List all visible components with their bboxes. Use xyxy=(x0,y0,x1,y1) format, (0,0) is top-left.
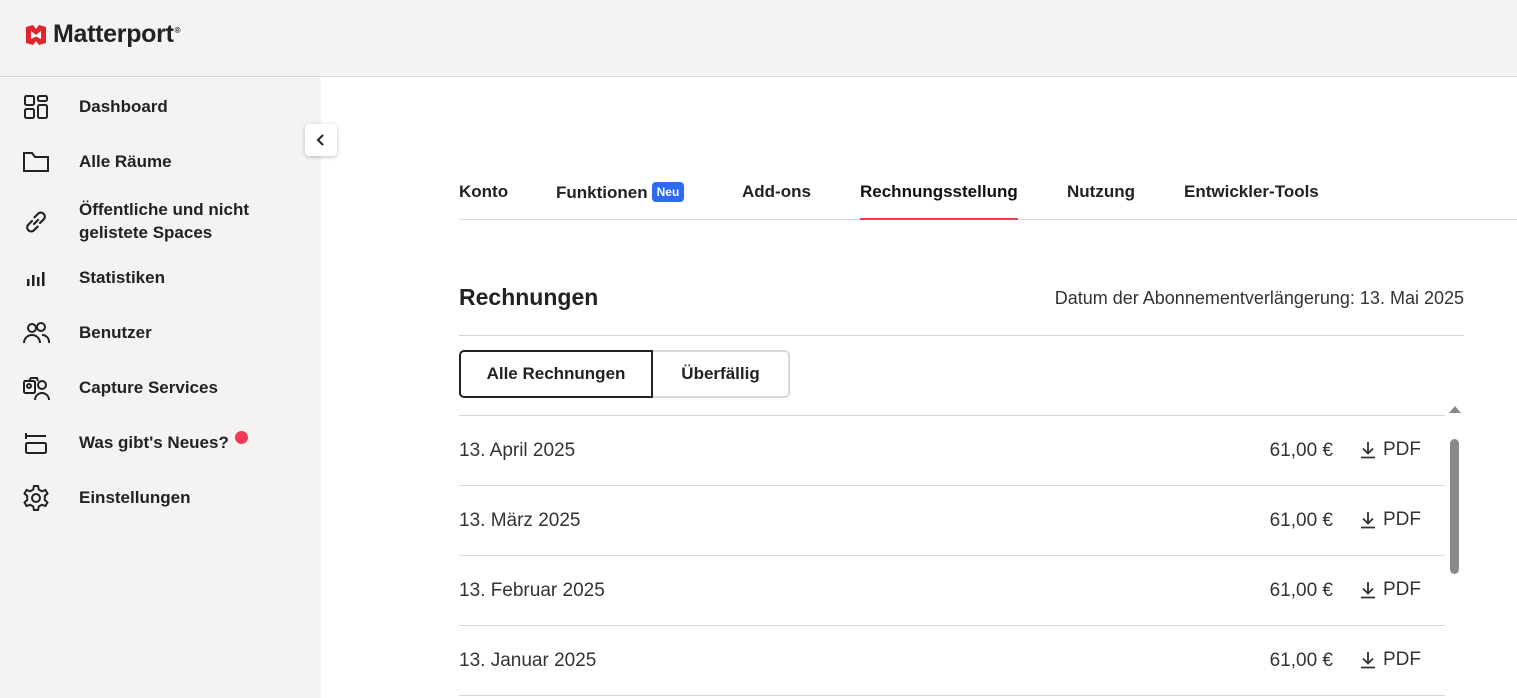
invoice-list-scrollbar[interactable] xyxy=(1446,404,1464,698)
invoice-row: 13. April 2025 61,00 € PDF xyxy=(459,416,1445,486)
sidebar-item-whats-new[interactable]: Was gibt's Neues? xyxy=(0,427,321,459)
bar-chart-icon xyxy=(20,262,52,294)
divider xyxy=(459,335,1464,336)
invoice-date: 13. Februar 2025 xyxy=(459,580,605,601)
invoice-list: 13. April 2025 61,00 € PDF 13. März 2025… xyxy=(459,415,1445,696)
new-badge: Neu xyxy=(651,182,685,202)
tab-entwickler-tools[interactable]: Entwickler-Tools xyxy=(1184,182,1319,220)
sidebar-item-label: Einstellungen xyxy=(79,488,191,507)
sidebar-item-public-spaces[interactable]: Öffentliche und nicht gelistete Spaces xyxy=(0,198,321,244)
users-icon xyxy=(20,317,52,349)
sidebar-item-label: Capture Services xyxy=(79,378,218,397)
filter-all-invoices-button[interactable]: Alle Rechnungen xyxy=(459,350,653,398)
sidebar-item-label: Alle Räume xyxy=(79,152,172,171)
sidebar-item-capture-services[interactable]: Capture Services xyxy=(0,372,321,404)
tab-rechnungsstellung[interactable]: Rechnungsstellung xyxy=(860,182,1018,220)
invoice-date: 13. März 2025 xyxy=(459,510,581,531)
logo-wordmark: Matterport® xyxy=(53,20,181,48)
tab-nutzung[interactable]: Nutzung xyxy=(1067,182,1135,220)
invoice-row: 13. März 2025 61,00 € PDF xyxy=(459,486,1445,556)
download-icon xyxy=(1361,652,1375,669)
sidebar-item-statistics[interactable]: Statistiken xyxy=(0,262,321,294)
chevron-left-icon xyxy=(316,134,324,146)
link-icon xyxy=(20,206,52,238)
download-icon xyxy=(1361,442,1375,459)
invoice-amount: 61,00 € xyxy=(1269,580,1333,601)
gear-icon xyxy=(20,482,52,514)
sidebar-item-label: Öffentliche und nicht gelistete Spaces xyxy=(79,200,249,242)
sidebar-item-label: Statistiken xyxy=(79,268,165,287)
tab-funktionen[interactable]: Funktionen Neu xyxy=(556,182,685,220)
invoice-amount: 61,00 € xyxy=(1269,440,1333,461)
sidebar-item-users[interactable]: Benutzer xyxy=(0,317,321,349)
download-pdf-button[interactable]: PDF xyxy=(1358,509,1421,531)
news-icon xyxy=(20,427,52,459)
subscription-renewal-date: Datum der Abonnementverlängerung: 13. Ma… xyxy=(1054,288,1464,308)
matterport-logo[interactable]: Matterport® xyxy=(25,20,180,49)
page-title: Rechnungen xyxy=(459,284,599,310)
sidebar: Dashboard Alle Räume Öffentliche und nic… xyxy=(0,78,321,698)
sidebar-item-label: Benutzer xyxy=(79,323,152,342)
matterport-logo-icon xyxy=(26,24,46,45)
invoice-row: 13. Februar 2025 61,00 € PDF xyxy=(459,556,1445,626)
scroll-up-arrow-icon[interactable] xyxy=(1449,406,1461,413)
notification-dot xyxy=(235,431,248,444)
download-pdf-button[interactable]: PDF xyxy=(1358,649,1421,671)
invoice-date: 13. Januar 2025 xyxy=(459,650,597,671)
invoice-amount: 61,00 € xyxy=(1269,650,1333,671)
scrollbar-thumb[interactable] xyxy=(1450,439,1459,574)
invoice-amount: 61,00 € xyxy=(1269,510,1333,531)
filter-overdue-button[interactable]: Überfällig xyxy=(653,350,790,398)
tab-add-ons[interactable]: Add-ons xyxy=(742,182,811,220)
camera-person-icon xyxy=(20,372,52,404)
sidebar-item-dashboard[interactable]: Dashboard xyxy=(0,91,321,123)
invoice-date: 13. April 2025 xyxy=(459,440,576,461)
download-pdf-button[interactable]: PDF xyxy=(1358,439,1421,461)
folder-icon xyxy=(20,146,52,178)
sidebar-item-label: Was gibt's Neues? xyxy=(79,433,229,452)
tab-konto[interactable]: Konto xyxy=(459,182,508,220)
sidebar-item-settings[interactable]: Einstellungen xyxy=(0,482,321,514)
download-icon xyxy=(1361,582,1375,599)
sidebar-item-all-spaces[interactable]: Alle Räume xyxy=(0,146,321,178)
sidebar-item-label: Dashboard xyxy=(79,97,168,116)
collapse-sidebar-button[interactable] xyxy=(305,124,337,156)
top-bar: Matterport® xyxy=(0,0,1517,77)
download-icon xyxy=(1361,512,1375,529)
dashboard-icon xyxy=(20,91,52,123)
download-pdf-button[interactable]: PDF xyxy=(1358,579,1421,601)
invoice-row: 13. Januar 2025 61,00 € PDF xyxy=(459,626,1445,696)
settings-tabs: Konto Funktionen Neu Add-ons Rechnungsste… xyxy=(459,178,1517,220)
invoice-filter: Alle Rechnungen Überfällig xyxy=(459,350,790,398)
